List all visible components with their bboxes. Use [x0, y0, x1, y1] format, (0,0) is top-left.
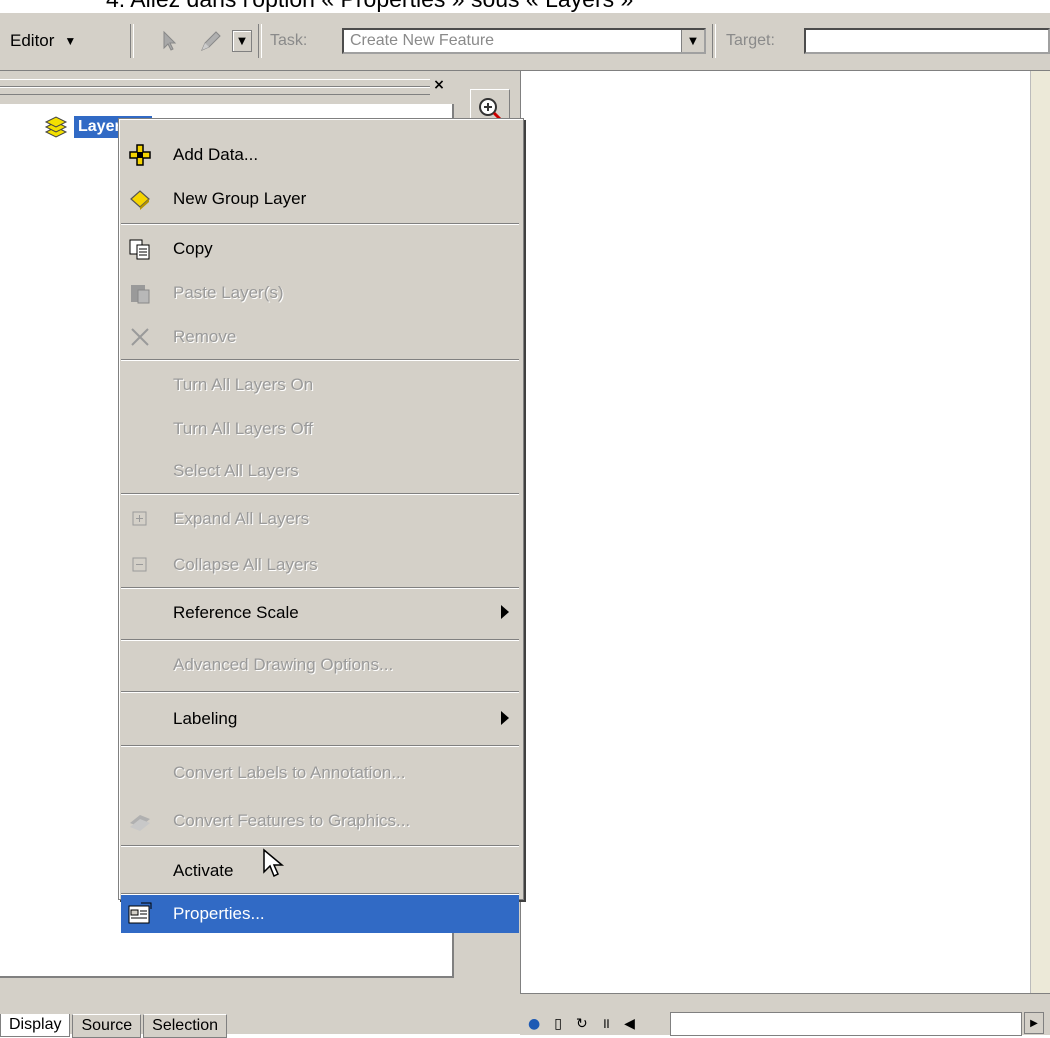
group-layer-icon: [127, 187, 153, 211]
menu-item-label: Select All Layers: [173, 461, 299, 480]
tab-selection[interactable]: Selection: [143, 1014, 227, 1038]
menu-item-label: New Group Layer: [173, 189, 307, 208]
add-data-icon: [127, 143, 153, 167]
toolbar-separator: [712, 24, 716, 58]
paste-icon: [127, 281, 153, 305]
menu-item-label: Add Data...: [173, 145, 259, 164]
view-buttons: ● ▯ ↻ ॥ ◀: [528, 1014, 635, 1033]
menu-separator: [121, 745, 519, 747]
toc-tabs: Display Source Selection: [0, 1014, 229, 1038]
submenu-arrow-icon: [501, 605, 509, 619]
page-icon[interactable]: ▯: [554, 1016, 562, 1032]
menu-item-expand-all-layers: Expand All Layers: [121, 497, 519, 541]
globe-icon[interactable]: ●: [528, 1016, 540, 1032]
refresh-icon[interactable]: ↻: [576, 1016, 588, 1032]
menu-item-label: Reference Scale: [173, 603, 299, 622]
menu-item-convert-labels: Convert Labels to Annotation...: [121, 751, 519, 795]
editor-toolbar: Editor ▼ ▼ Task: Create New Feature ▼ Ta…: [0, 12, 1050, 71]
menu-item-label: Convert Features to Graphics...: [173, 811, 411, 830]
layers-context-menu: Add Data... New Group Layer Copy Paste L…: [118, 118, 524, 933]
chevron-down-icon[interactable]: ▼: [681, 30, 704, 52]
caption-text: 4. Allez dans l'option « Properties » so…: [106, 0, 633, 12]
menu-separator: [121, 845, 519, 847]
target-label: Target:: [726, 32, 775, 49]
arrow-cursor-icon: [163, 30, 177, 51]
menu-item-paste-layers: Paste Layer(s): [121, 271, 519, 315]
chevron-right-icon[interactable]: ▶: [1024, 1012, 1044, 1034]
toolbar-separator: [258, 24, 262, 58]
chevron-down-icon: ▼: [64, 34, 77, 48]
remove-icon: [127, 325, 153, 349]
menu-item-label: Paste Layer(s): [173, 283, 284, 302]
horizontal-scrollbar[interactable]: [670, 1012, 1022, 1036]
menu-separator: [121, 587, 519, 589]
menu-item-new-group-layer[interactable]: New Group Layer: [121, 177, 519, 221]
panel-grip[interactable]: [0, 79, 430, 95]
pause-icon[interactable]: ॥: [602, 1014, 610, 1033]
editor-label: Editor: [10, 31, 55, 50]
menu-separator: [121, 223, 519, 225]
menu-item-collapse-all-layers: Collapse All Layers: [121, 543, 519, 587]
layers-icon: [44, 116, 68, 138]
menu-separator: [121, 493, 519, 495]
menu-item-labeling[interactable]: Labeling: [121, 697, 519, 741]
task-dropdown-value: Create New Feature: [350, 32, 495, 49]
menu-item-label: Turn All Layers On: [173, 375, 314, 394]
sketch-tool-dropdown[interactable]: ▼: [232, 30, 252, 52]
task-label: Task:: [270, 32, 308, 49]
menu-item-properties[interactable]: Properties...: [121, 895, 519, 933]
menu-item-copy[interactable]: Copy: [121, 227, 519, 271]
menu-item-select-all-layers: Select All Layers: [121, 449, 519, 493]
menu-item-convert-features: Convert Features to Graphics...: [121, 799, 519, 843]
vertical-scrollbar[interactable]: [1030, 71, 1050, 993]
menu-item-reference-scale[interactable]: Reference Scale: [121, 591, 519, 635]
close-icon[interactable]: ×: [430, 76, 448, 94]
map-status-bar: ● ▯ ↻ ॥ ◀ ▶: [520, 993, 1050, 1036]
menu-item-remove: Remove: [121, 315, 519, 359]
menu-item-label: Properties...: [173, 904, 265, 923]
menu-item-label: Expand All Layers: [173, 509, 310, 528]
menu-separator: [121, 691, 519, 693]
menu-item-label: Advanced Drawing Options...: [173, 655, 394, 674]
editor-menu-button[interactable]: Editor ▼: [10, 12, 76, 70]
instruction-caption: 4. Allez dans l'option « Properties » so…: [0, 0, 1050, 12]
menu-item-label: Turn All Layers Off: [173, 419, 313, 438]
pencil-icon: [201, 31, 221, 51]
chevron-left-icon[interactable]: ◀: [624, 1016, 635, 1032]
menu-separator: [121, 359, 519, 361]
menu-item-turn-all-layers-on: Turn All Layers On: [121, 363, 519, 407]
chevron-down-icon: ▼: [238, 35, 246, 47]
menu-item-label: Copy: [173, 239, 213, 258]
menu-item-label: Labeling: [173, 709, 238, 728]
menu-item-turn-all-layers-off: Turn All Layers Off: [121, 407, 519, 451]
copy-icon: [127, 237, 153, 261]
edit-tool-button[interactable]: [162, 12, 178, 70]
menu-item-label: Activate: [173, 861, 234, 880]
collapse-icon: [127, 553, 153, 577]
menu-item-activate[interactable]: Activate: [121, 849, 519, 893]
menu-item-label: Collapse All Layers: [173, 555, 318, 574]
properties-icon: [127, 901, 153, 925]
menu-item-add-data[interactable]: Add Data...: [121, 133, 519, 177]
tab-source[interactable]: Source: [72, 1014, 142, 1038]
map-view[interactable]: [520, 71, 1031, 993]
convert-graphics-icon: [127, 809, 153, 833]
task-dropdown[interactable]: Create New Feature ▼: [342, 28, 706, 54]
expand-icon: [127, 507, 153, 531]
toolbar-separator: [130, 24, 134, 58]
menu-separator: [121, 639, 519, 641]
menu-item-label: Convert Labels to Annotation...: [173, 763, 406, 782]
mouse-cursor-icon: [262, 848, 288, 885]
menu-item-label: Remove: [173, 327, 237, 346]
target-dropdown[interactable]: [804, 28, 1050, 54]
submenu-arrow-icon: [501, 711, 509, 725]
menu-item-advanced-drawing-options: Advanced Drawing Options...: [121, 643, 519, 687]
sketch-tool-button[interactable]: [198, 12, 224, 70]
